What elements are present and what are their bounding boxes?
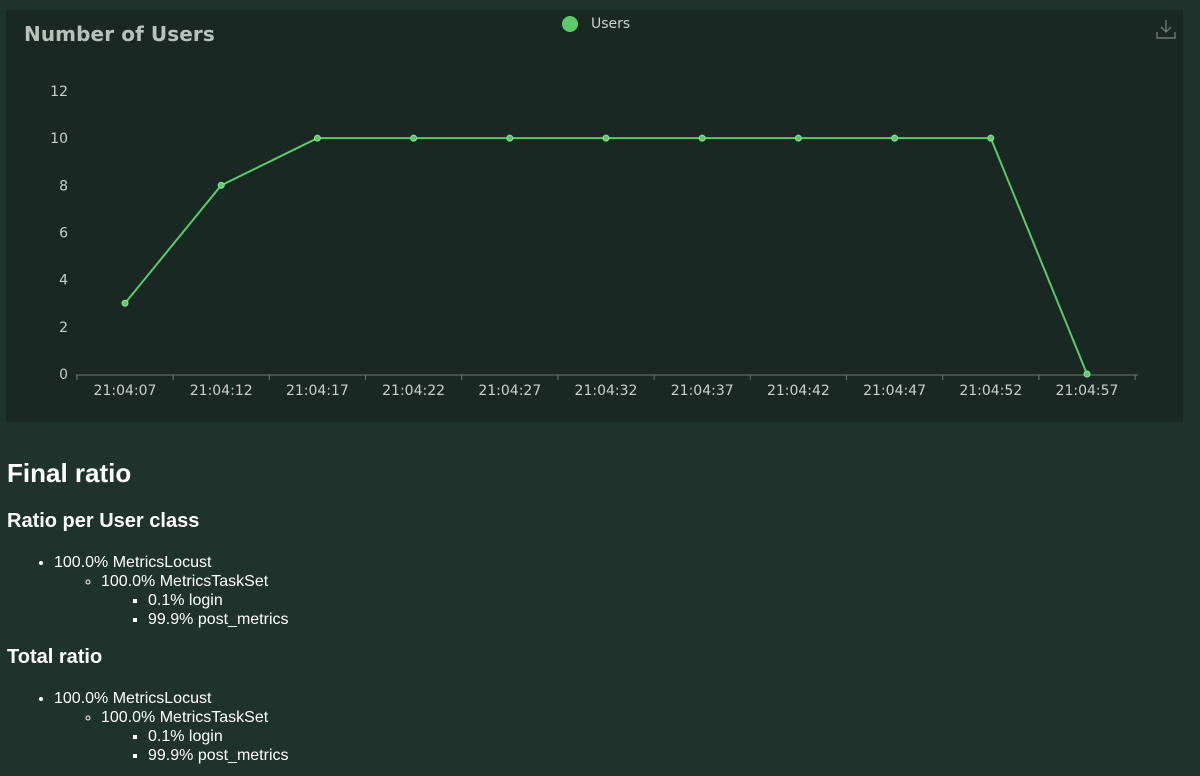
users-chart-panel: 21:04:07 21:04:12 21:04:17 21:04:22 21:04:27… — [6, 10, 1183, 422]
legend-label-users[interactable]: Users — [591, 16, 630, 32]
taskset-ratio: 100.0% MetricsTaskSet — [101, 709, 269, 726]
data-point — [891, 134, 899, 142]
total-ratio-list: 100.0% MetricsLocust 100.0% MetricsTaskS… — [7, 689, 1187, 765]
chart-legend[interactable]: Users — [562, 14, 630, 34]
total-ratio-heading: Total ratio — [7, 646, 103, 668]
list-item: 99.9% post_metrics — [148, 746, 1187, 765]
list-item: 100.0% MetricsLocust 100.0% MetricsTaskS… — [54, 553, 1187, 629]
taskset-ratio: 100.0% MetricsTaskSet — [101, 573, 269, 590]
y-tick-label: 2 — [59, 320, 68, 336]
list-item: 0.1% login — [148, 591, 1187, 610]
chart-title: Number of Users — [24, 22, 215, 46]
list-item: 0.1% login — [148, 727, 1187, 746]
data-point — [602, 134, 610, 142]
download-icon[interactable] — [1155, 18, 1177, 40]
list-item: 100.0% MetricsTaskSet 0.1% login 99.9% p… — [101, 708, 1187, 765]
data-point — [987, 134, 995, 142]
x-tick-label: 21:04:47 — [863, 383, 926, 399]
data-point — [794, 134, 802, 142]
list-item: 100.0% MetricsLocust 100.0% MetricsTaskS… — [54, 689, 1187, 765]
users-line-chart: 21:04:07 21:04:12 21:04:17 21:04:22 21:04:27… — [50, 84, 1138, 399]
x-tick-label: 21:04:22 — [382, 383, 445, 399]
x-tick-label: 21:04:27 — [478, 383, 541, 399]
y-tick-label: 10 — [50, 131, 68, 147]
data-point — [121, 299, 129, 307]
y-tick-label: 6 — [59, 226, 68, 242]
data-point — [410, 134, 418, 142]
x-tick-label: 21:04:17 — [286, 383, 349, 399]
final-ratio-heading: Final ratio — [7, 458, 132, 488]
data-point — [1083, 370, 1091, 378]
data-point — [217, 181, 225, 189]
data-point — [506, 134, 514, 142]
y-tick-label: 4 — [59, 273, 68, 289]
y-tick-label: 12 — [50, 84, 68, 100]
x-tick-label: 21:04:32 — [575, 383, 638, 399]
user-class-ratio: 100.0% MetricsLocust — [54, 690, 212, 707]
x-tick-label: 21:04:07 — [94, 383, 157, 399]
final-ratio-section: Final ratio Ratio per User class 100.0% … — [7, 450, 1187, 765]
x-tick-label: 21:04:37 — [671, 383, 734, 399]
data-point — [313, 134, 321, 142]
list-item: 100.0% MetricsTaskSet 0.1% login 99.9% p… — [101, 572, 1187, 629]
y-tick-label: 0 — [59, 367, 68, 383]
list-item: 99.9% post_metrics — [148, 610, 1187, 629]
x-tick-label: 21:04:52 — [959, 383, 1022, 399]
legend-marker-users[interactable] — [562, 16, 578, 32]
series-line-users — [124, 137, 1088, 375]
ratio-per-class-heading: Ratio per User class — [7, 510, 200, 532]
x-tick-label: 21:04:12 — [190, 383, 253, 399]
x-tick-label: 21:04:42 — [767, 383, 830, 399]
y-tick-label: 8 — [59, 178, 68, 194]
ratio-per-class-list: 100.0% MetricsLocust 100.0% MetricsTaskS… — [7, 553, 1187, 629]
x-tick-label: 21:04:57 — [1056, 383, 1119, 399]
user-class-ratio: 100.0% MetricsLocust — [54, 554, 212, 571]
data-point — [698, 134, 706, 142]
